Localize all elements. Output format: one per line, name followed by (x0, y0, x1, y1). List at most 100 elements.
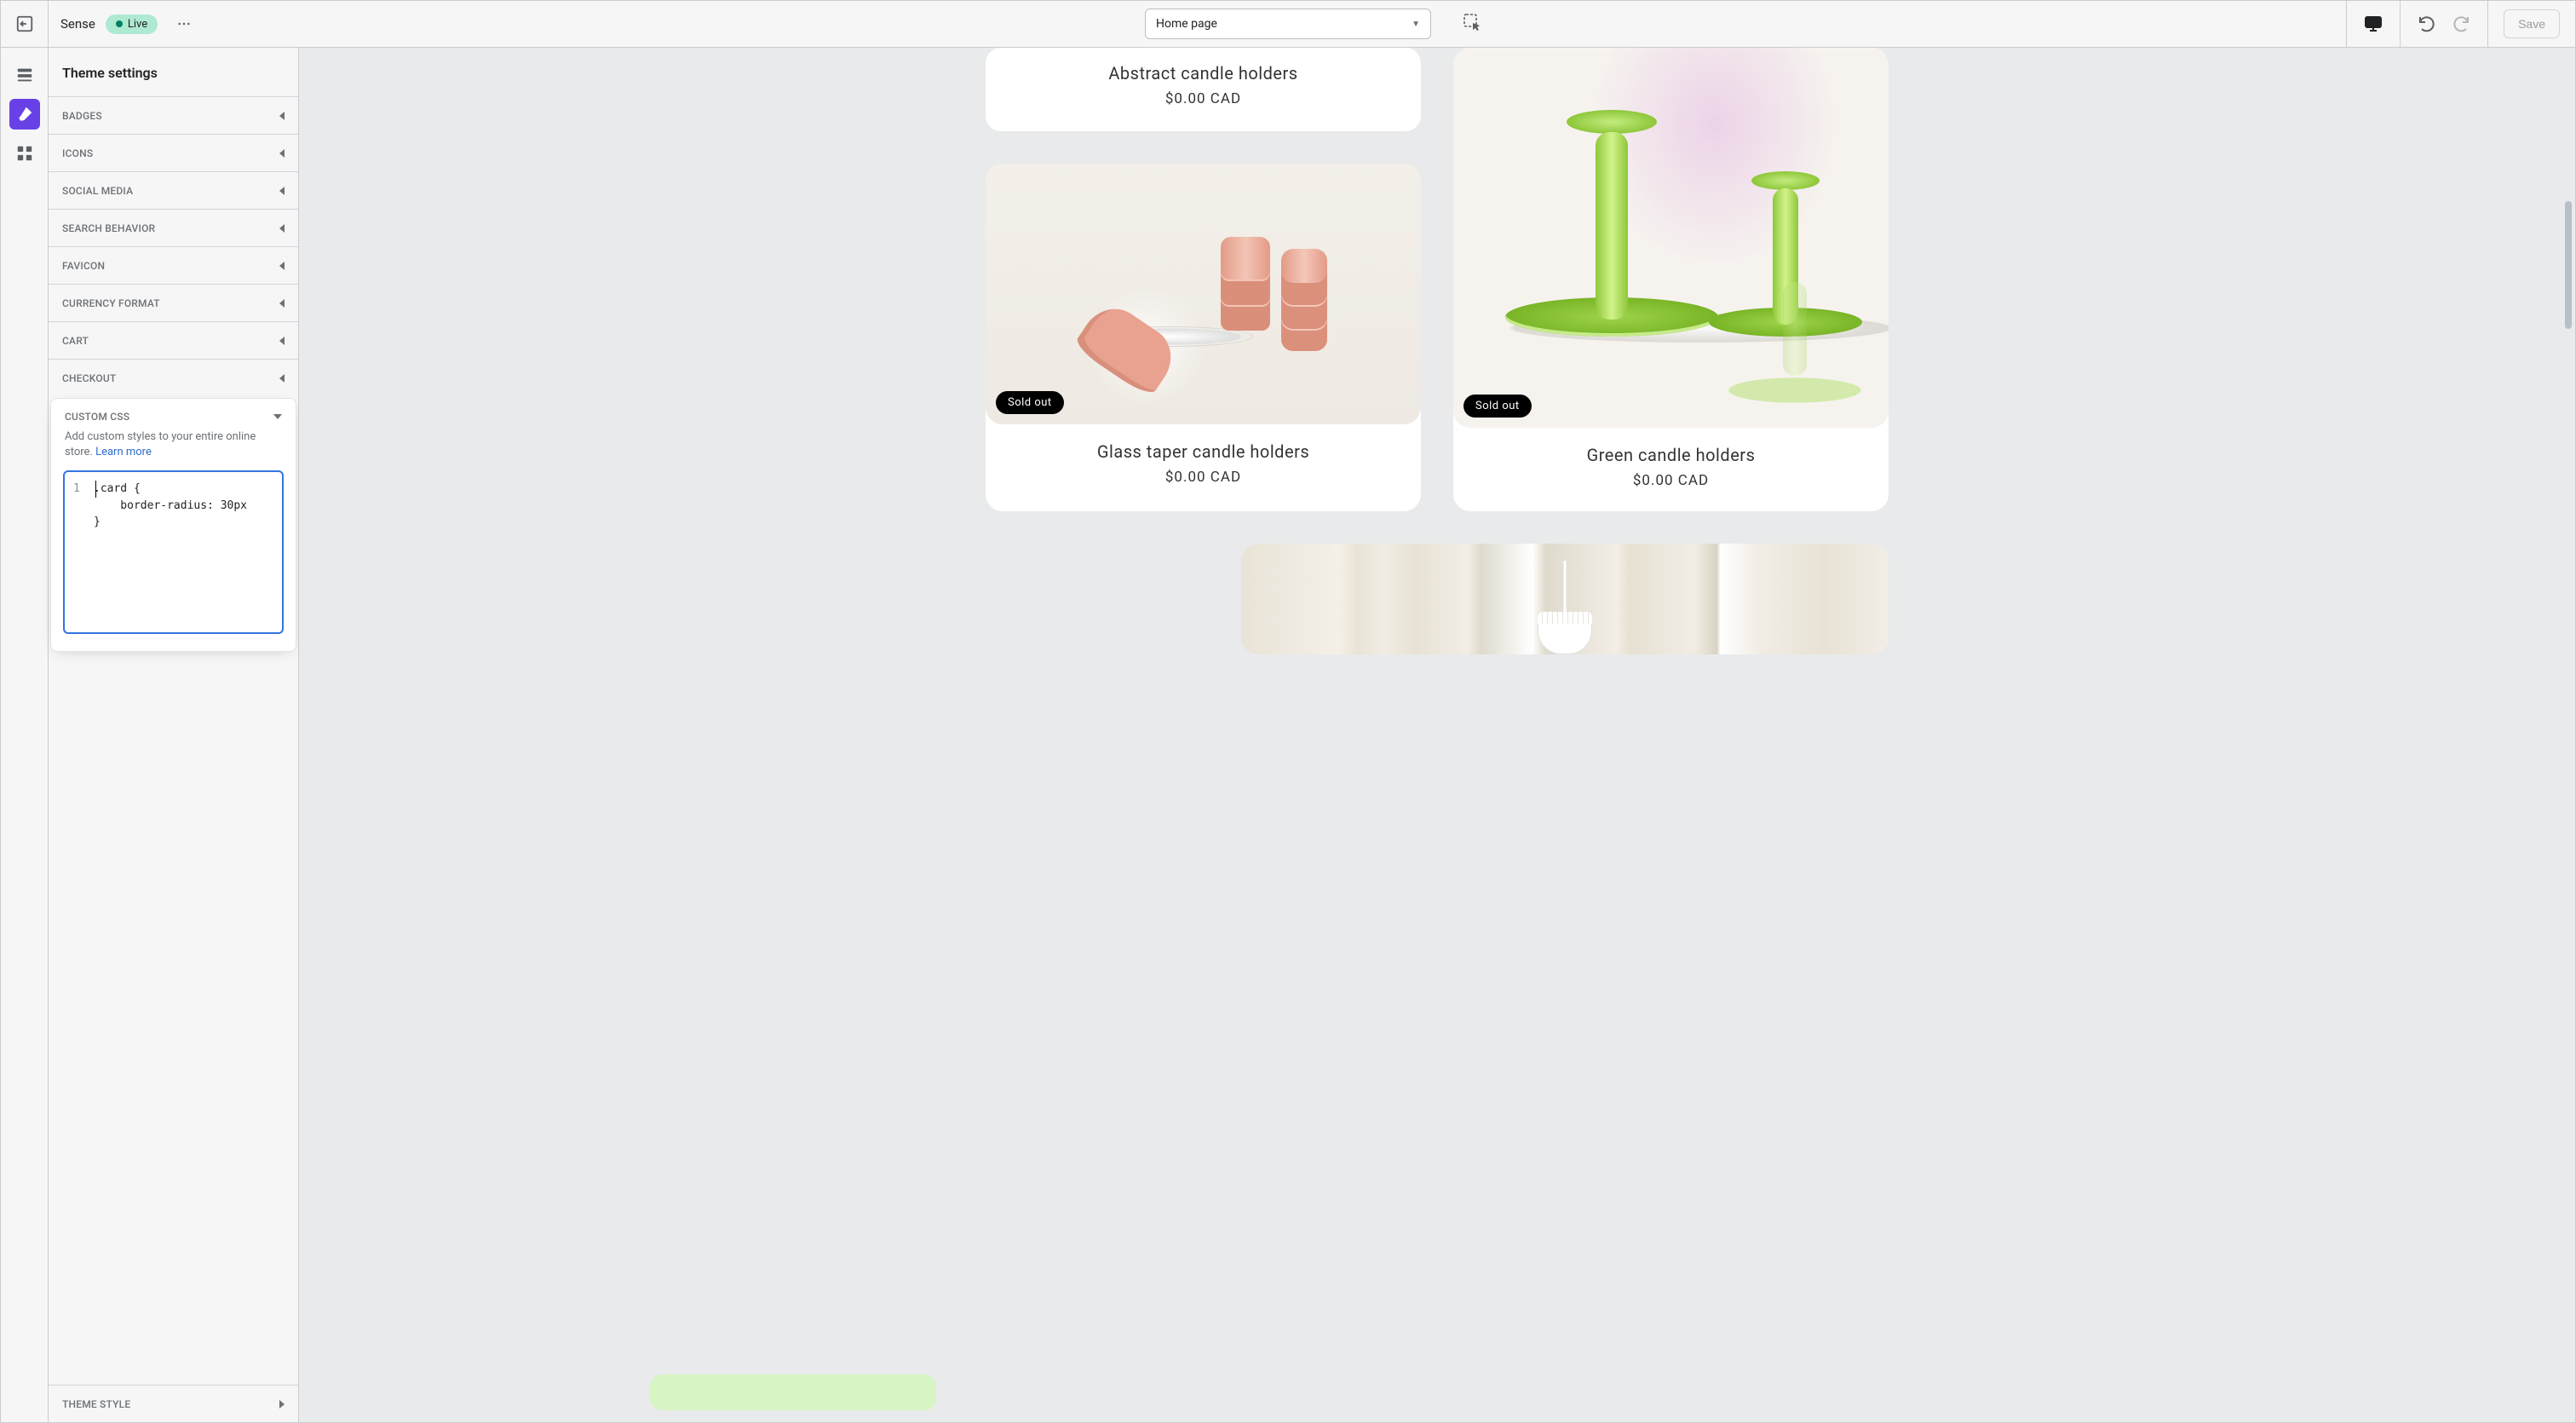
custom-css-editor[interactable]: 1 .card { border-radius: 30px } (63, 470, 284, 634)
topbar-center: Home page ▼ (1145, 9, 1431, 39)
candle-holder-large (1505, 297, 1718, 337)
vase-shape (1221, 237, 1270, 331)
exit-icon (15, 14, 34, 33)
sidebar-bottom: THEME STYLE (49, 1385, 298, 1422)
chevron-left-icon (279, 149, 285, 158)
page-selector[interactable]: Home page ▼ (1145, 9, 1431, 39)
vase-shape (1281, 249, 1327, 351)
desktop-preview-button[interactable] (2362, 13, 2384, 35)
sidebar-item-label: FAVICON (62, 260, 105, 272)
custom-css-desc-text: Add custom styles to (65, 430, 171, 443)
rail-theme-settings[interactable] (9, 99, 40, 130)
theme-name: Sense (49, 16, 107, 32)
status-badge: Live (106, 14, 158, 34)
preview-scrollbar[interactable] (2562, 48, 2573, 1422)
kebab-icon (176, 16, 192, 32)
sold-out-badge: Sold out (996, 391, 1064, 414)
inspector-toggle[interactable] (1455, 5, 1489, 43)
sidebar-item-badges[interactable]: BADGES (49, 96, 298, 134)
product-card-abstract[interactable]: Abstract candle holders $0.00 CAD (986, 48, 1421, 131)
sidebar-item-favicon[interactable]: FAVICON (49, 246, 298, 284)
product-image-taper: Sold out (986, 164, 1421, 424)
topbar-right: Save (2346, 1, 2575, 47)
viewport-group (2346, 1, 2400, 47)
banner-image[interactable] (1241, 544, 1889, 654)
text-caret (95, 481, 96, 498)
product-title: Green candle holders (1470, 445, 1872, 465)
save-group: Save (2487, 1, 2575, 47)
chevron-right-icon (279, 1400, 285, 1409)
sidebar-item-label: BADGES (62, 110, 102, 122)
chevron-down-icon (273, 414, 282, 419)
sidebar-list: BADGES ICONS SOCIAL MEDIA SEARCH BEHAVIO… (49, 96, 298, 652)
sidebar-item-social-media[interactable]: SOCIAL MEDIA (49, 171, 298, 209)
sidebar-item-search-behavior[interactable]: SEARCH BEHAVIOR (49, 209, 298, 246)
sidebar-item-checkout[interactable]: CHECKOUT (49, 359, 298, 396)
sidebar-item-label: CURRENCY FORMAT (62, 297, 160, 309)
exit-editor-button[interactable] (1, 1, 49, 47)
history-group (2400, 1, 2487, 47)
learn-more-link[interactable]: Learn more (95, 446, 152, 458)
sidebar-item-cart[interactable]: CART (49, 321, 298, 359)
custom-css-title: CUSTOM CSS (65, 411, 129, 423)
sidebar-title: Theme settings (49, 48, 298, 96)
chevron-left-icon (279, 337, 285, 345)
chevron-left-icon (279, 112, 285, 120)
product-card-green[interactable]: Sold out Green candle holders $0.00 CAD (1453, 48, 1889, 511)
status-badge-label: Live (128, 18, 147, 31)
save-button[interactable]: Save (2504, 9, 2560, 38)
top-bar: Sense Live Home page ▼ Save (0, 0, 2576, 48)
product-meta: Glass taper candle holders $0.00 CAD (986, 424, 1421, 508)
product-card-taper[interactable]: Sold out Glass taper candle holders $0.0… (986, 164, 1421, 511)
candle-reflection (1718, 376, 1872, 405)
apps-icon (15, 144, 34, 163)
inspector-cursor-icon (1462, 12, 1482, 32)
redo-icon (2451, 14, 2471, 34)
settings-sidebar: Theme settings BADGES ICONS SOCIAL MEDIA… (49, 48, 299, 1422)
sections-icon (15, 66, 34, 84)
css-code-content: .card { border-radius: 30px } (94, 481, 272, 531)
lamp-shape (1538, 612, 1592, 654)
product-meta: Green candle holders $0.00 CAD (1453, 428, 1889, 511)
sidebar-item-label: SEARCH BEHAVIOR (62, 222, 155, 234)
sidebar-item-label: CART (62, 335, 89, 347)
product-title: Abstract candle holders (1003, 63, 1404, 84)
left-rail (1, 48, 49, 1422)
topbar-left: Sense Live (1, 1, 200, 47)
preview-content: Abstract candle holders $0.00 CAD Sold o… (986, 48, 1889, 1422)
chevron-left-icon (279, 224, 285, 233)
theme-preview[interactable]: Abstract candle holders $0.00 CAD Sold o… (299, 48, 2575, 1422)
chevron-down-icon: ▼ (1412, 20, 1420, 29)
sidebar-item-currency-format[interactable]: CURRENCY FORMAT (49, 284, 298, 321)
rail-app-embeds[interactable] (9, 138, 40, 169)
preview-accent-strip (650, 1374, 936, 1410)
desktop-icon (2363, 14, 2383, 34)
product-grid: Abstract candle holders $0.00 CAD Sold o… (986, 48, 1889, 654)
product-image-green: Sold out (1453, 48, 1889, 428)
chevron-left-icon (279, 299, 285, 308)
product-price: $0.00 CAD (1003, 469, 1404, 486)
sidebar-item-label: ICONS (62, 147, 93, 159)
sidebar-item-icons[interactable]: ICONS (49, 134, 298, 171)
sidebar-item-label: THEME STYLE (62, 1398, 130, 1410)
editor-shell: Theme settings BADGES ICONS SOCIAL MEDIA… (0, 48, 2576, 1423)
custom-css-description: Add custom styles to your entire online … (51, 429, 296, 470)
scrollbar-thumb[interactable] (2565, 201, 2572, 329)
redo-button[interactable] (2450, 13, 2472, 35)
chevron-left-icon (279, 262, 285, 270)
more-actions-button[interactable] (168, 8, 200, 40)
chevron-left-icon (279, 374, 285, 383)
undo-button[interactable] (2416, 13, 2438, 35)
custom-css-header[interactable]: CUSTOM CSS (51, 399, 296, 429)
sidebar-item-theme-style[interactable]: THEME STYLE (49, 1385, 298, 1422)
sidebar-item-label: CHECKOUT (62, 372, 116, 384)
vase-shape (1072, 297, 1183, 399)
sidebar-item-custom-css: CUSTOM CSS Add custom styles to your ent… (50, 398, 296, 652)
sidebar-item-label: SOCIAL MEDIA (62, 185, 133, 197)
chevron-left-icon (279, 187, 285, 195)
undo-icon (2417, 14, 2437, 34)
rail-sections[interactable] (9, 60, 40, 90)
page-selector-label: Home page (1156, 17, 1217, 31)
paintbrush-icon (15, 105, 34, 124)
line-number: 1 (73, 481, 80, 498)
